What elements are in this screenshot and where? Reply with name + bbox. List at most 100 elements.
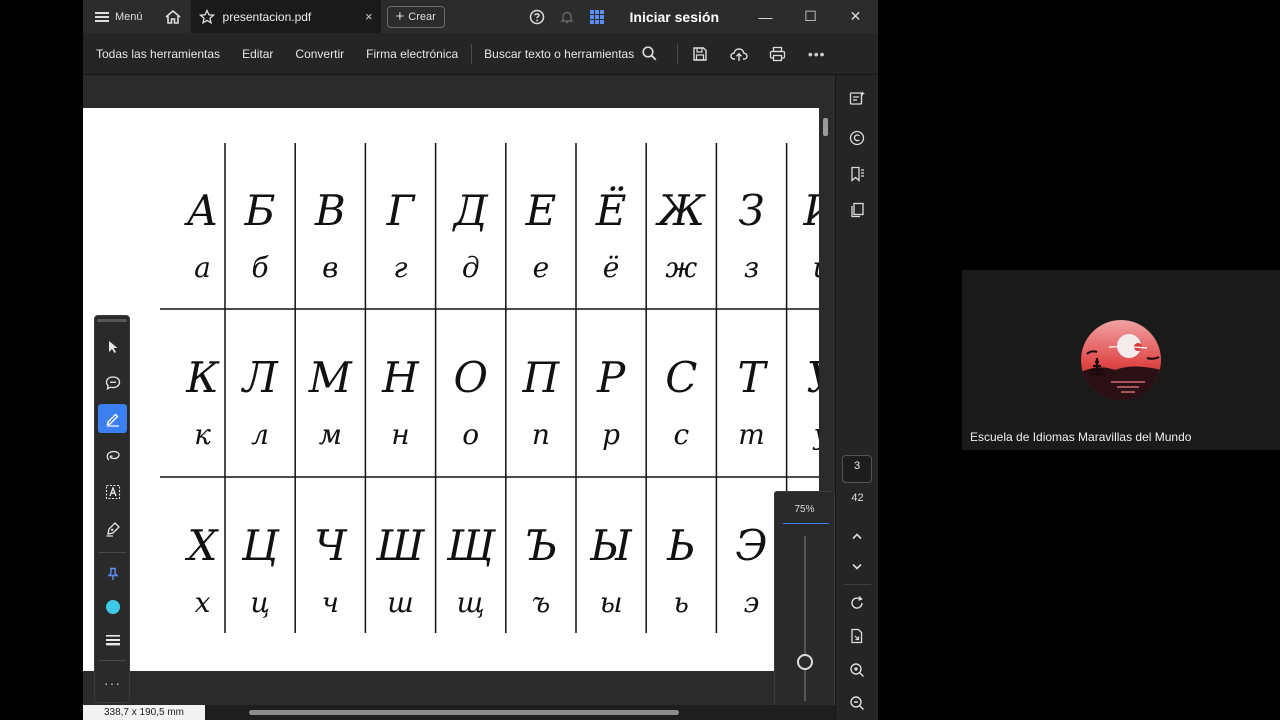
tab-close-icon[interactable]: × xyxy=(365,9,373,24)
next-page-button[interactable] xyxy=(844,554,870,580)
notifications-button[interactable] xyxy=(552,0,582,33)
tool-e-signature[interactable]: Firma electrónica xyxy=(355,47,469,61)
lowercase-letter: и xyxy=(813,251,819,284)
more-tools-button[interactable]: ··· xyxy=(98,668,127,697)
pen-icon xyxy=(106,413,119,427)
lowercase-letter: ш xyxy=(387,586,414,619)
rotate-icon xyxy=(851,596,863,609)
uppercase-letter: Т xyxy=(737,353,768,402)
close-window-button[interactable]: ✕ xyxy=(833,0,878,33)
comments-panel-button[interactable] xyxy=(844,125,870,151)
zoom-slider-track[interactable] xyxy=(804,536,806,701)
select-tool-button[interactable] xyxy=(98,332,127,361)
home-button[interactable] xyxy=(155,0,191,33)
text-box-tool-button[interactable] xyxy=(98,477,127,506)
upload-button[interactable] xyxy=(719,33,758,75)
uppercase-letter: Ь xyxy=(666,521,695,570)
lowercase-letter: ч xyxy=(322,586,339,619)
lowercase-letter: т xyxy=(738,418,765,451)
bookmarks-button[interactable] xyxy=(844,161,870,187)
bookmark-icon xyxy=(851,166,864,182)
uppercase-letter: П xyxy=(522,353,561,402)
annotation-toolbar: ··· xyxy=(94,315,130,703)
vertical-scrollbar-thumb[interactable] xyxy=(823,118,828,136)
lowercase-letter: ж xyxy=(665,251,697,284)
right-rail: 3 42 xyxy=(835,75,878,720)
tool-edit[interactable]: Editar xyxy=(231,47,284,61)
cloud-upload-icon xyxy=(730,47,748,61)
comment-icon xyxy=(105,375,120,390)
uppercase-letter: Х xyxy=(185,521,220,570)
uppercase-letter: Р xyxy=(596,353,626,402)
lowercase-letter: у xyxy=(812,418,819,451)
comment-tool-button[interactable] xyxy=(98,368,127,397)
pin-toolbar-button[interactable] xyxy=(98,559,127,588)
participant-avatar xyxy=(1081,320,1161,400)
search-icon xyxy=(642,46,657,61)
lowercase-letter: а xyxy=(194,251,211,284)
uppercase-letter: А xyxy=(184,186,219,235)
create-button[interactable]: + Crear xyxy=(386,5,445,28)
signin-button[interactable]: Iniciar sesión xyxy=(612,9,743,25)
lowercase-letter: х xyxy=(195,586,211,619)
rail-separator xyxy=(844,584,871,585)
create-label: Crear xyxy=(408,10,436,23)
participant-tile[interactable]: Escuela de Idiomas Maravillas del Mundo xyxy=(962,270,1280,450)
menu-button[interactable]: Menú xyxy=(83,0,155,33)
comment-panel-icon xyxy=(849,130,865,146)
draw-tool-button[interactable] xyxy=(98,441,127,470)
text-box-icon xyxy=(105,484,120,499)
line-weight-button[interactable] xyxy=(98,625,127,654)
document-viewport[interactable]: АаБб Вв Гг Дд Ее Ёё Жж Зз Ии КкЛл Мм Нн Оо Пп Рр Сс Тт Уу… xyxy=(83,75,835,705)
lowercase-letter: щ xyxy=(457,586,485,619)
home-icon xyxy=(165,9,181,24)
horizontal-scrollbar-thumb[interactable] xyxy=(249,710,679,715)
ai-assistant-icon xyxy=(849,90,865,105)
bell-icon xyxy=(559,11,574,23)
cursor-icon xyxy=(108,340,117,353)
highlight-tool-button[interactable] xyxy=(98,404,127,433)
lowercase-letter: р xyxy=(602,418,620,451)
sign-tool-button[interactable] xyxy=(98,514,127,543)
tool-all-tools[interactable]: Todas las herramientas xyxy=(83,47,231,61)
more-options-button[interactable]: ••• xyxy=(797,33,836,75)
page-thumbnails-button[interactable] xyxy=(844,197,870,223)
document-tab[interactable]: presentacion.pdf × xyxy=(190,0,381,33)
save-button[interactable] xyxy=(680,33,719,75)
search-label: Buscar texto o herramientas xyxy=(484,46,635,61)
current-page-input[interactable]: 3 xyxy=(842,455,872,483)
zoom-slider-handle[interactable] xyxy=(797,654,813,670)
zoom-value[interactable]: 75% xyxy=(775,504,834,515)
previous-page-button[interactable] xyxy=(844,523,870,549)
lowercase-letter: с xyxy=(673,418,689,451)
minimize-button[interactable]: — xyxy=(743,0,788,33)
ai-assistant-button[interactable] xyxy=(844,85,870,111)
uppercase-letter: К xyxy=(185,353,220,402)
search-tools-button[interactable]: Buscar texto o herramientas xyxy=(474,46,675,61)
toolbar-grip[interactable] xyxy=(97,319,127,322)
chevron-up-icon xyxy=(852,533,862,540)
uppercase-letter: М xyxy=(308,353,353,402)
help-button[interactable] xyxy=(522,0,552,33)
uppercase-letter: О xyxy=(453,353,487,402)
star-icon[interactable] xyxy=(198,8,215,25)
maximize-button[interactable]: ☐ xyxy=(788,0,833,33)
rotate-button[interactable] xyxy=(844,590,870,616)
uppercase-letter: И xyxy=(802,186,819,235)
toolbar-separator xyxy=(99,552,126,553)
lowercase-letter: ы xyxy=(600,586,623,619)
lowercase-letter: б xyxy=(252,251,270,284)
print-button[interactable] xyxy=(758,33,797,75)
tool-convert[interactable]: Convertir xyxy=(284,47,355,61)
zoom-out-button[interactable] xyxy=(844,690,870,716)
pdf-page[interactable]: АаБб Вв Гг Дд Ее Ёё Жж Зз Ии КкЛл Мм Нн Оо Пп Рр Сс Тт Уу… xyxy=(83,108,819,671)
toolbar-separator xyxy=(99,660,126,661)
fit-page-button[interactable] xyxy=(844,623,870,649)
uppercase-letter: Э xyxy=(735,521,767,570)
zoom-in-button[interactable] xyxy=(844,657,870,683)
uppercase-letter: Л xyxy=(241,353,279,402)
apps-button[interactable] xyxy=(582,0,612,33)
uppercase-letter: С xyxy=(665,353,697,402)
color-picker-button[interactable] xyxy=(98,592,127,621)
page-dimensions: 338,7 x 190,5 mm xyxy=(83,705,205,720)
